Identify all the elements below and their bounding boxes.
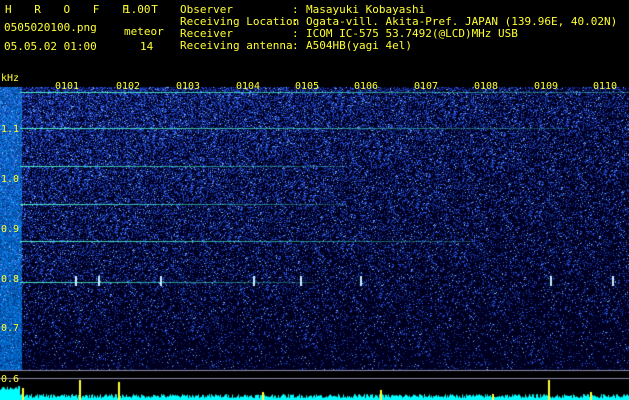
antenna-label: Receiving antenna [180,39,293,52]
time-tick-0101: 0101 [55,81,80,92]
antenna-colon: : [292,39,299,52]
time-tick-0103: 0103 [176,81,201,92]
observation-timestamp: 05.05.02 01:00 [4,40,97,53]
time-tick-0109: 0109 [534,81,559,92]
spectrogram-plot [0,78,629,400]
y-label-1-0: 1.0 [1,174,20,185]
antenna-row: Receiving antenna: A504HB(yagi 4el) [180,40,617,52]
app-version: 1.00 [124,3,151,16]
station-info: Observer: Masayuki Kobayashi Receiving Lo… [180,4,617,52]
y-label-0-8: 0.8 [1,274,20,285]
y-unit-label: kHz [1,73,20,84]
time-tick-0107: 0107 [414,81,439,92]
antenna-value: A504HB(yagi 4el) [306,39,412,52]
y-label-0-9: 0.9 [1,224,20,235]
time-tick-0108: 0108 [474,81,499,92]
time-tick-0110: 0110 [593,81,618,92]
meteor-label: meteor [124,25,164,38]
y-label-0-7: 0.7 [1,323,20,334]
time-tick-0104: 0104 [236,81,261,92]
meteor-count: 14 [140,40,154,53]
time-tick-0102: 0102 [116,81,141,92]
y-label-0-6: 0.6 [1,374,20,385]
image-filename: 0505020100.png [4,21,97,34]
y-label-1-1: 1.1 [1,124,20,135]
time-tick-0105: 0105 [295,81,320,92]
time-tick-0106: 0106 [354,81,379,92]
